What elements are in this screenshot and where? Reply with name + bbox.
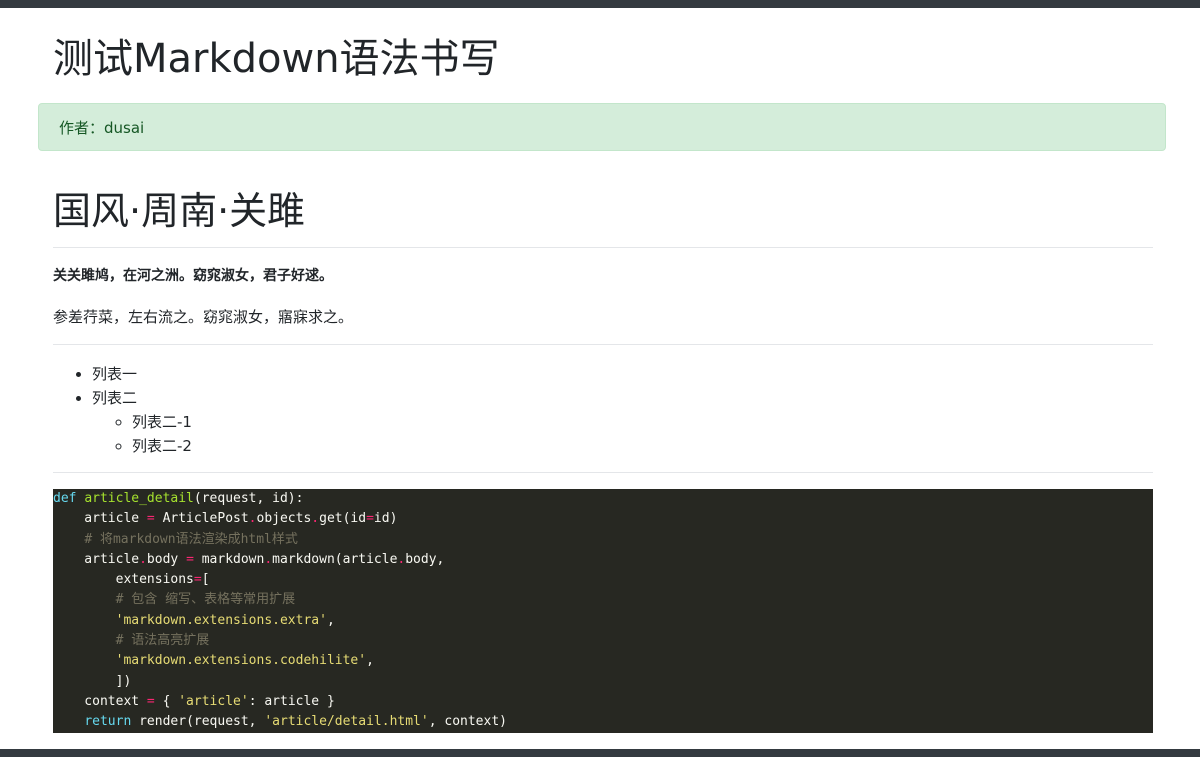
code-token: extensions [53, 572, 194, 588]
author-alert: 作者：dusai [38, 103, 1166, 151]
code-token: , [326, 612, 335, 628]
code-token: . [139, 551, 147, 567]
code-line: # 语法高亮扩展 [53, 631, 1153, 651]
divider [53, 247, 1153, 248]
code-token: # 将markdown语法渲染成html样式 [84, 531, 298, 547]
code-token: = [193, 572, 202, 588]
code-token: article [53, 511, 147, 527]
code-line: return render(request, 'article/detail.h… [53, 712, 1153, 732]
code-token: = [146, 511, 155, 527]
bullet-list: 列表一 列表二 列表二-1 列表二-2 [53, 362, 192, 458]
code-token: , [366, 653, 374, 669]
code-token: , context) [428, 714, 507, 730]
divider [53, 472, 1153, 473]
list-item: 列表一 [92, 362, 192, 386]
bottom-bar [0, 749, 1200, 757]
code-token: article [53, 551, 140, 567]
code-line: article = ArticlePost.objects.get(id=id) [53, 509, 1153, 529]
code-line: # 包含 缩写、表格等常用扩展 [53, 590, 1153, 610]
code-token: # 语法高亮扩展 [115, 633, 210, 649]
code-token: def [53, 491, 77, 506]
code-line: 'markdown.extensions.codehilite', [53, 651, 1153, 671]
sub-list-item: 列表二-2 [132, 434, 192, 458]
code-token: { [154, 693, 179, 709]
code-token: 'markdown.extensions.codehilite' [115, 653, 367, 669]
code-token: context [53, 693, 147, 709]
code-token: body, [405, 551, 445, 567]
divider [53, 344, 1153, 345]
code-token: 'article' [178, 693, 249, 709]
code-token: (request, id): [193, 491, 304, 506]
poem-line-normal: 参差荇菜，左右流之。窈窕淑女，寤寐求之。 [53, 308, 354, 326]
code-token: markdown(article [272, 551, 398, 567]
code-token: : article } [248, 693, 335, 709]
code-token: = [366, 511, 374, 527]
code-token: 'markdown.extensions.extra' [115, 612, 327, 628]
code-token: ArticlePost [154, 511, 249, 527]
code-token: article_detail [84, 491, 194, 506]
code-line: def article_detail(request, id): [53, 489, 1153, 509]
code-token: . [264, 551, 273, 567]
code-token: objects [256, 511, 312, 527]
code-token: render(request, [131, 714, 265, 730]
code-token: get(id [319, 511, 367, 527]
code-token: [ [201, 572, 210, 588]
code-token: = [146, 693, 155, 709]
code-line: context = { 'article': article } [53, 692, 1153, 712]
code-token: = [186, 551, 194, 567]
code-token: body [146, 551, 187, 567]
list-item-label: 列表二 [92, 389, 138, 407]
list-item: 列表二 列表二-1 列表二-2 [92, 386, 192, 458]
poem-line-bold: 关关雎鸠，在河之洲。窈窕淑女，君子好逑。 [53, 268, 333, 284]
code-line: 'markdown.extensions.extra', [53, 611, 1153, 631]
code-token: markdown [193, 551, 265, 567]
author-text: 作者：dusai [59, 119, 145, 137]
sub-list-item: 列表二-1 [132, 410, 192, 434]
code-line: # 将markdown语法渲染成html样式 [53, 530, 1153, 550]
code-block[interactable]: def article_detail(request, id): article… [53, 489, 1153, 733]
code-token: return [84, 714, 132, 730]
code-token: # 包含 缩写、表格等常用扩展 [115, 592, 296, 608]
sub-bullet-list: 列表二-1 列表二-2 [92, 410, 192, 458]
code-token: id) [373, 511, 398, 527]
code-line: extensions=[ [53, 570, 1153, 590]
code-token: . [248, 511, 257, 527]
code-token: . [311, 511, 320, 527]
page-title: 测试Markdown语法书写 [53, 36, 500, 82]
code-token: ]) [53, 673, 132, 689]
top-navbar [0, 0, 1200, 8]
code-token: 'article/detail.html' [264, 714, 429, 730]
code-line: article.body = markdown.markdown(article… [53, 550, 1153, 570]
code-line: ]) [53, 672, 1153, 692]
section-heading: 国风·周南·关雎 [53, 189, 306, 233]
